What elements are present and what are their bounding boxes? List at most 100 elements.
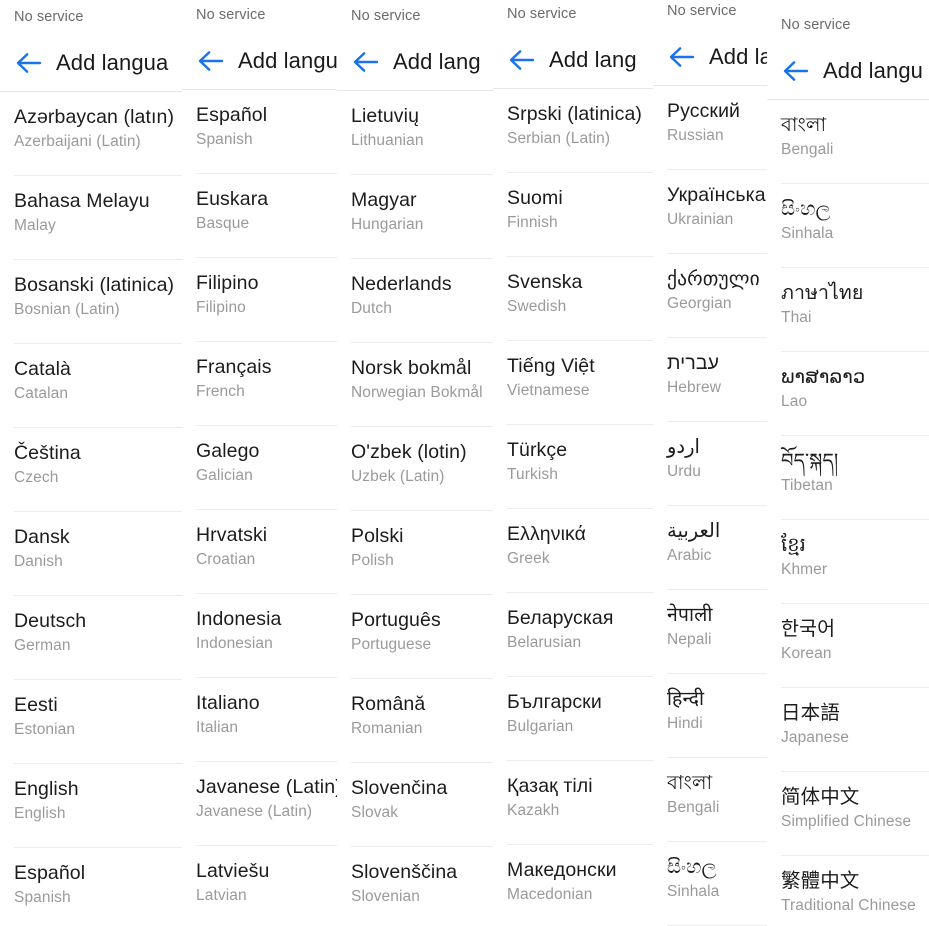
language-list-item[interactable]: Hrvatski Croatian (182, 510, 337, 594)
language-list-item[interactable]: 简体中文 Simplified Chinese (767, 772, 929, 856)
language-native-name: Deutsch (14, 610, 87, 632)
language-native-name: Slovenčina (351, 777, 448, 799)
language-list-item[interactable]: اردو Urdu (653, 422, 767, 506)
language-list-item[interactable]: Čeština Czech (0, 428, 182, 512)
language-english-name: Slovak (351, 804, 399, 821)
language-native-name: العربية (667, 520, 721, 542)
carrier-status-label: No service (781, 17, 851, 33)
language-native-name: Беларуская (507, 607, 614, 629)
language-list-item[interactable]: Tiếng Việt Vietnamese (493, 341, 653, 425)
language-list-item[interactable]: বাংলা Bengali (653, 758, 767, 842)
language-list: Srpski (latinica) Serbian (Latin) Suomi Fin… (493, 89, 653, 926)
language-list-item[interactable]: Latviešu Latvian (182, 846, 337, 926)
language-english-name: Khmer (781, 561, 828, 578)
language-list-item[interactable]: Srpski (latinica) Serbian (Latin) (493, 89, 653, 173)
language-list-item[interactable]: Español Spanish (182, 90, 337, 174)
language-list-item[interactable]: 한국어 Korean (767, 604, 929, 688)
language-list-item[interactable]: Français French (182, 342, 337, 426)
language-list-item[interactable]: Қазақ тілі Kazakh (493, 761, 653, 845)
language-list: বাংলা Bengali සිංහල Sinhala ภาษาไทย Thai ພາສາລ… (767, 100, 929, 926)
language-list-item[interactable]: 日本語 Japanese (767, 688, 929, 772)
language-list-item[interactable]: Português Portuguese (337, 595, 493, 679)
language-list-item[interactable]: English English (0, 764, 182, 848)
language-list-item[interactable]: Lietuvių Lithuanian (337, 91, 493, 175)
language-list-item[interactable]: Javanese (Latin) Javanese (Latin) (182, 762, 337, 846)
back-arrow-icon[interactable] (194, 44, 228, 78)
language-english-name: Traditional Chinese (781, 897, 916, 914)
language-list-item[interactable]: සිංහල Sinhala (653, 842, 767, 926)
language-list-item[interactable]: Slovenčina Slovak (337, 763, 493, 847)
language-list-item[interactable]: Indonesia Indonesian (182, 594, 337, 678)
language-list-item[interactable]: Русский Russian (653, 86, 767, 170)
status-bar: No service (493, 0, 653, 31)
language-english-name: Bengali (667, 799, 720, 816)
language-native-name: Ελληνικά (507, 523, 587, 545)
language-native-name: বাংলা (781, 114, 827, 136)
language-list-item[interactable]: हिन्दी Hindi (653, 674, 767, 758)
carrier-status-label: No service (14, 9, 84, 25)
language-list-item[interactable]: Türkçe Turkish (493, 425, 653, 509)
language-list-item[interactable]: Nederlands Dutch (337, 259, 493, 343)
language-list-item[interactable]: Deutsch German (0, 596, 182, 680)
language-list-item[interactable]: Bahasa Melayu Malay (0, 176, 182, 260)
back-arrow-icon[interactable] (349, 45, 383, 79)
language-list-item[interactable]: Català Catalan (0, 344, 182, 428)
language-native-name: עברית (667, 352, 720, 374)
page-title: Add langua (56, 49, 169, 75)
phone-screen: No service Add langu Español Spanish Euskara… (182, 0, 337, 926)
language-english-name: Turkish (507, 466, 558, 483)
language-list-item[interactable]: Македонски Macedonian (493, 845, 653, 926)
language-list-item[interactable]: 繁體中文 Traditional Chinese (767, 856, 929, 926)
language-native-name: Български (507, 691, 602, 713)
language-list-item[interactable]: Euskara Basque (182, 174, 337, 258)
language-list-item[interactable]: नेपाली Nepali (653, 590, 767, 674)
language-list-item[interactable]: ພາສາລາວ Lao (767, 352, 929, 436)
language-list-item[interactable]: O'zbek (lotin) Uzbek (Latin) (337, 427, 493, 511)
language-list-item[interactable]: עברית Hebrew (653, 338, 767, 422)
language-list-item[interactable]: Slovenščina Slovenian (337, 847, 493, 926)
language-list-item[interactable]: Українська Ukrainian (653, 170, 767, 254)
language-list-item[interactable]: Ελληνικά Greek (493, 509, 653, 593)
language-native-name: Galego (196, 440, 260, 462)
language-list-item[interactable]: Español Spanish (0, 848, 182, 926)
language-native-name: Bahasa Melayu (14, 190, 150, 212)
language-list-item[interactable]: Български Bulgarian (493, 677, 653, 761)
language-list-item[interactable]: Bosanski (latinica) Bosnian (Latin) (0, 260, 182, 344)
carrier-status-label: No service (507, 6, 577, 22)
language-list-item[interactable]: བོད་སྐད། Tibetan (767, 436, 929, 520)
language-english-name: Bengali (781, 141, 834, 158)
language-list-item[interactable]: ภาษาไทย Thai (767, 268, 929, 352)
back-arrow-icon[interactable] (505, 43, 539, 77)
language-english-name: Sinhala (667, 883, 720, 900)
language-list-item[interactable]: Polski Polish (337, 511, 493, 595)
language-list-item[interactable]: Dansk Danish (0, 512, 182, 596)
language-english-name: Nepali (667, 631, 712, 648)
back-arrow-icon[interactable] (665, 40, 699, 74)
language-list-item[interactable]: Magyar Hungarian (337, 175, 493, 259)
language-english-name: Indonesian (196, 635, 273, 652)
language-list-item[interactable]: Svenska Swedish (493, 257, 653, 341)
language-list-item[interactable]: Azərbaycan (latın) Azerbaijani (Latin) (0, 92, 182, 176)
language-screen-panel: No service Add lang Srpski (latinica) Serbi… (493, 0, 653, 926)
language-english-name: Catalan (14, 385, 69, 402)
language-list-item[interactable]: Italiano Italian (182, 678, 337, 762)
language-english-name: Greek (507, 550, 550, 567)
language-list-item[interactable]: Беларуская Belarusian (493, 593, 653, 677)
language-list-item[interactable]: සිංහල Sinhala (767, 184, 929, 268)
language-screen-panel: No service Add langua Azərbaycan (latın) Az… (0, 0, 182, 926)
back-arrow-icon[interactable] (779, 54, 813, 88)
language-english-name: Latvian (196, 887, 247, 904)
language-list-item[interactable]: বাংলা Bengali (767, 100, 929, 184)
language-list-item[interactable]: العربية Arabic (653, 506, 767, 590)
phone-screen: No service Add lang Srpski (latinica) Serbi… (493, 0, 653, 926)
back-arrow-icon[interactable] (12, 46, 46, 80)
language-list-item[interactable]: ქართული Georgian (653, 254, 767, 338)
language-list-item[interactable]: Galego Galician (182, 426, 337, 510)
language-list-item[interactable]: Română Romanian (337, 679, 493, 763)
language-list-item[interactable]: Suomi Finnish (493, 173, 653, 257)
language-native-name: Azərbaycan (latın) (14, 106, 175, 128)
language-list-item[interactable]: Norsk bokmål Norwegian Bokmål (337, 343, 493, 427)
language-list-item[interactable]: ខ្មែរ Khmer (767, 520, 929, 604)
language-list-item[interactable]: Filipino Filipino (182, 258, 337, 342)
language-list-item[interactable]: Eesti Estonian (0, 680, 182, 764)
